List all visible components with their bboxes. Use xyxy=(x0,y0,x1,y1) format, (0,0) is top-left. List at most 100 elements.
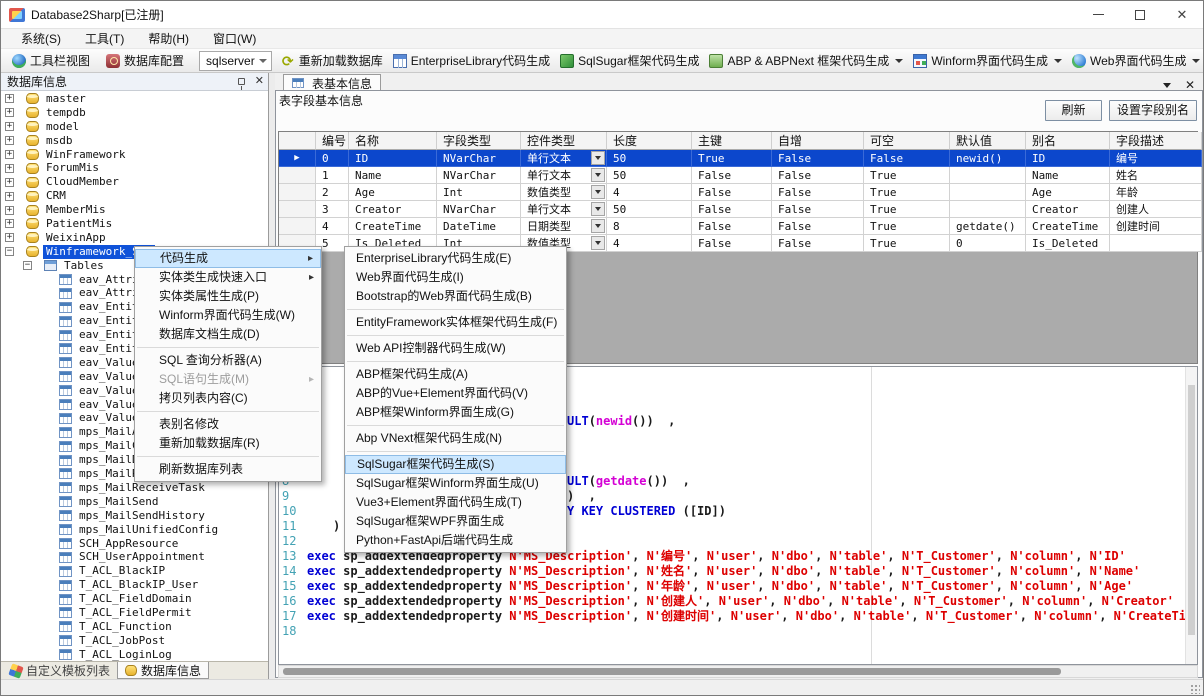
grid-cell[interactable]: False xyxy=(692,201,772,218)
menu-item[interactable]: Web API控制器代码生成(W) xyxy=(345,339,566,358)
grid-cell[interactable]: Int xyxy=(437,184,521,201)
grid-cell[interactable]: False xyxy=(692,235,772,252)
grid-cell[interactable]: 4 xyxy=(607,235,692,252)
menu-item[interactable]: 重新加载数据库(R) xyxy=(135,434,321,453)
menu-item[interactable]: Winform界面代码生成(W) xyxy=(135,306,321,325)
column-header[interactable]: 名称 xyxy=(349,132,437,150)
grid-cell[interactable]: 日期类型 xyxy=(521,218,607,235)
tree-item[interactable]: +msdb xyxy=(1,134,268,148)
grid-cell[interactable] xyxy=(1110,235,1202,252)
menubar-item[interactable]: 系统(S) xyxy=(9,29,73,49)
grid-cell[interactable]: ID xyxy=(1026,150,1110,167)
menu-item[interactable]: 实体类属性生成(P) xyxy=(135,287,321,306)
tree-item[interactable]: +CRM xyxy=(1,189,268,203)
toolbar-view-button[interactable]: 工具栏视图 xyxy=(7,50,95,72)
tab-database-info[interactable]: 数据库信息 xyxy=(117,662,209,679)
tree-item[interactable]: mps_MailUnifiedConfig xyxy=(1,523,268,537)
row-selector[interactable] xyxy=(279,167,316,184)
menu-item[interactable]: SqlSugar框架Winform界面生成(U) xyxy=(345,474,566,493)
grid-cell[interactable]: 年龄 xyxy=(1110,184,1202,201)
grid-cell[interactable]: CreateTime xyxy=(349,218,437,235)
grid-cell[interactable]: False xyxy=(772,184,864,201)
grid-cell[interactable]: False xyxy=(772,167,864,184)
column-header[interactable]: 字段类型 xyxy=(437,132,521,150)
tree-item[interactable]: T_ACL_Function xyxy=(1,620,268,634)
horizontal-scrollbar-thumb[interactable] xyxy=(283,668,1061,675)
tree-expander-icon[interactable]: − xyxy=(5,247,14,256)
tree-item[interactable]: +tempdb xyxy=(1,106,268,120)
grid-cell[interactable]: Name xyxy=(1026,167,1110,184)
tree-expander-icon[interactable]: + xyxy=(5,136,14,145)
menu-item[interactable]: ABP的Vue+Element界面代码(V) xyxy=(345,384,566,403)
toolbar-web-button[interactable]: Web界面代码生成 xyxy=(1067,50,1204,72)
minimize-button[interactable] xyxy=(1077,1,1119,28)
dropdown-arrow-icon[interactable] xyxy=(1192,59,1200,63)
grid-cell[interactable]: False xyxy=(772,218,864,235)
menu-item[interactable]: Python+FastApi后端代码生成 xyxy=(345,531,566,550)
grid-cell[interactable] xyxy=(950,201,1026,218)
grid-cell[interactable]: 50 xyxy=(607,150,692,167)
tab-list-dropdown-icon[interactable] xyxy=(1163,83,1171,88)
grid-cell[interactable]: 单行文本 xyxy=(521,201,607,218)
tree-item[interactable]: T_ACL_FieldDomain xyxy=(1,592,268,606)
menu-item[interactable]: ABP框架Winform界面生成(G) xyxy=(345,403,566,422)
menu-item[interactable]: Abp VNext框架代码生成(N) xyxy=(345,429,566,448)
menu-item[interactable]: 拷贝列表内容(C) xyxy=(135,389,321,408)
menu-item[interactable]: ABP框架代码生成(A) xyxy=(345,365,566,384)
grid-cell[interactable]: False xyxy=(692,184,772,201)
set-field-alias-button[interactable]: 设置字段别名 xyxy=(1109,100,1197,121)
dropdown-arrow-icon[interactable] xyxy=(1054,59,1062,63)
tree-item[interactable]: +MemberMis xyxy=(1,203,268,217)
tree-item[interactable]: +PatientMis xyxy=(1,217,268,231)
tree-item[interactable]: mps_MailReceiveTask xyxy=(1,481,268,495)
menu-item[interactable]: SQL语句生成(M)▸ xyxy=(135,370,321,389)
chevron-down-icon[interactable] xyxy=(255,52,271,70)
menubar-item[interactable]: 窗口(W) xyxy=(201,29,268,49)
vertical-scrollbar[interactable] xyxy=(1185,367,1197,664)
dropdown-arrow-icon[interactable] xyxy=(895,59,903,63)
tree-item[interactable]: +master xyxy=(1,92,268,106)
grid-cell[interactable]: 单行文本 xyxy=(521,150,607,167)
table-row[interactable]: 1NameNVarChar单行文本50FalseFalseTrueName姓名 xyxy=(279,167,1197,184)
toolbar-abp-button[interactable]: ABP & ABPNext 框架代码生成 xyxy=(704,50,908,72)
tab-table-basic-info[interactable]: 表基本信息 xyxy=(283,74,381,91)
column-header[interactable]: 主键 xyxy=(692,132,772,150)
tree-item[interactable]: +ForumMis xyxy=(1,161,268,175)
combo-arrow-icon[interactable] xyxy=(591,168,605,182)
menu-item[interactable]: Web界面代码生成(I) xyxy=(345,268,566,287)
menu-item[interactable]: 数据库文档生成(D) xyxy=(135,325,321,344)
combo-arrow-icon[interactable] xyxy=(591,185,605,199)
tree-expander-icon[interactable]: + xyxy=(5,178,14,187)
tree-item[interactable]: SCH_AppResource xyxy=(1,537,268,551)
toolbar-reload-button[interactable]: ⟳ 重新加载数据库 xyxy=(276,50,388,72)
grid-cell[interactable]: False xyxy=(772,201,864,218)
grid-cell[interactable]: False xyxy=(692,167,772,184)
tree-expander-icon[interactable]: − xyxy=(23,261,32,270)
tree-item[interactable]: +model xyxy=(1,120,268,134)
grid-cell[interactable]: 编号 xyxy=(1110,150,1202,167)
tree-item[interactable]: T_ACL_BlackIP xyxy=(1,564,268,578)
horizontal-scrollbar[interactable] xyxy=(278,665,1198,678)
menu-item[interactable]: SQL 查询分析器(A) xyxy=(135,351,321,370)
grid-cell[interactable]: NVarChar xyxy=(437,201,521,218)
grid-cell[interactable]: getdate() xyxy=(950,218,1026,235)
tree-item[interactable]: T_ACL_FieldPermit xyxy=(1,606,268,620)
tree-expander-icon[interactable]: + xyxy=(5,150,14,159)
toolbar-entlib-button[interactable]: EnterpriseLibrary代码生成 xyxy=(388,50,555,72)
table-row[interactable]: ▶0IDNVarChar单行文本50TrueFalseFalsenewid()I… xyxy=(279,150,1197,167)
grid-cell[interactable]: True xyxy=(864,184,950,201)
column-header[interactable]: 默认值 xyxy=(950,132,1026,150)
grid-cell[interactable]: 1 xyxy=(316,167,349,184)
tree-expander-icon[interactable]: + xyxy=(5,164,14,173)
tree-item[interactable]: T_ACL_LoginLog xyxy=(1,648,268,661)
grid-cell[interactable]: 50 xyxy=(607,167,692,184)
column-header[interactable]: 编号 xyxy=(316,132,349,150)
grid-cell[interactable]: Is_Deleted xyxy=(1026,235,1110,252)
grid-cell[interactable]: 创建时间 xyxy=(1110,218,1202,235)
toolbar-dbconfig-button[interactable]: 数据库配置 xyxy=(101,50,189,72)
tree-expander-icon[interactable]: + xyxy=(5,233,14,242)
row-selector-header[interactable] xyxy=(279,132,316,150)
grid-cell[interactable]: CreateTime xyxy=(1026,218,1110,235)
column-header[interactable]: 长度 xyxy=(607,132,692,150)
menu-item[interactable]: EntityFramework实体框架代码生成(F) xyxy=(345,313,566,332)
